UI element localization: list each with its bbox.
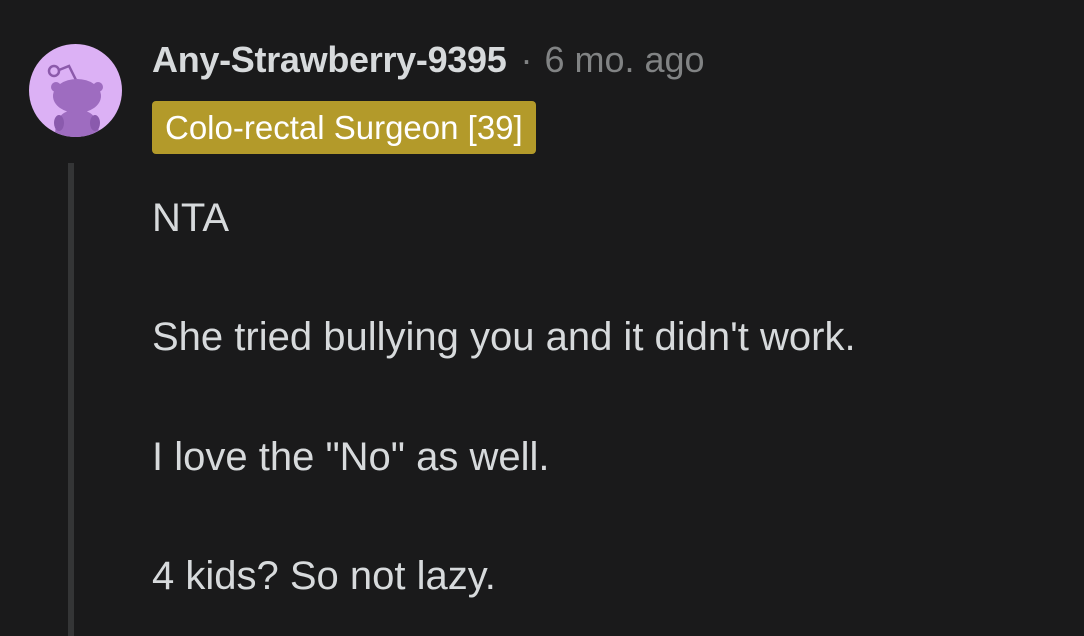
separator-dot: · bbox=[520, 39, 533, 80]
thread-collapse-line[interactable] bbox=[68, 163, 74, 636]
comment-paragraph: 4 kids? So not lazy. bbox=[152, 554, 496, 598]
comment-paragraph: NTA bbox=[152, 196, 230, 240]
comment-paragraph: I love the "No" as well. bbox=[152, 435, 550, 479]
comment-header: Any-Strawberry-9395 · 6 mo. ago bbox=[152, 38, 705, 82]
comment-paragraph: She tried bullying you and it didn't wor… bbox=[152, 315, 856, 359]
snoo-avatar-icon bbox=[47, 64, 103, 137]
user-avatar[interactable] bbox=[29, 44, 122, 137]
user-flair: Colo-rectal Surgeon [39] bbox=[152, 101, 536, 154]
comment: Any-Strawberry-9395 · 6 mo. ago Colo-rec… bbox=[0, 0, 1084, 636]
username-link[interactable]: Any-Strawberry-9395 bbox=[152, 39, 507, 81]
comment-timestamp[interactable]: 6 mo. ago bbox=[544, 39, 704, 81]
